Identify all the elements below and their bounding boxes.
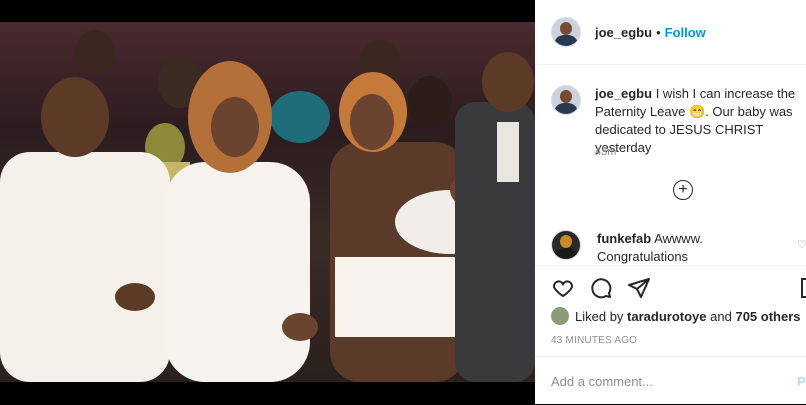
comment-like-heart-icon[interactable]: ♡: [797, 238, 806, 251]
heart-icon[interactable]: [551, 276, 575, 305]
caption-text-block: joe_egbu I wish I can increase the Pater…: [595, 85, 806, 157]
actions-divider: [535, 265, 806, 266]
caption-avatar[interactable]: [551, 85, 581, 115]
photo-pane: [0, 0, 535, 404]
comment-text-block: funkefab Awwww. Congratulations: [597, 230, 797, 266]
comment-icon[interactable]: [589, 276, 613, 305]
caption-username[interactable]: joe_egbu: [595, 86, 652, 101]
likes-others[interactable]: 705 others: [735, 309, 800, 324]
likes-prefix: Liked by: [575, 308, 624, 324]
likes-connector: and: [710, 308, 732, 324]
post-timestamp[interactable]: 43 MINUTES AGO: [551, 335, 637, 346]
post-header: joe_egbu • Follow: [535, 0, 806, 65]
bookmark-icon[interactable]: [801, 278, 806, 298]
likes-summary: Liked by taradurotoye and 705 others: [551, 307, 801, 325]
action-bar: [551, 276, 651, 305]
caption: joe_egbu I wish I can increase the Pater…: [551, 85, 806, 157]
post-photo[interactable]: [0, 22, 535, 382]
plus-circle-icon[interactable]: +: [673, 180, 693, 200]
post-sidebar: joe_egbu • Follow joe_egbu I wish I can …: [535, 0, 806, 404]
add-comment-input[interactable]: Add a comment...: [551, 374, 653, 389]
separator-dot: •: [656, 24, 661, 40]
liker-avatar[interactable]: [551, 307, 569, 325]
caption-time: 43m: [595, 146, 617, 158]
share-icon[interactable]: [627, 276, 651, 305]
commenter-avatar[interactable]: [551, 230, 581, 260]
author-avatar[interactable]: [551, 17, 581, 47]
comment-item: funkefab Awwww. Congratulations: [551, 230, 806, 266]
post-comment-button[interactable]: Post: [797, 374, 806, 389]
author-username[interactable]: joe_egbu: [595, 25, 652, 40]
add-comment-bar: Add a comment... Post: [535, 356, 806, 405]
comment-username[interactable]: funkefab: [597, 231, 651, 246]
photo-illustration: [0, 30, 535, 382]
follow-button[interactable]: Follow: [665, 25, 706, 40]
liker-username[interactable]: taradurotoye: [627, 309, 706, 324]
